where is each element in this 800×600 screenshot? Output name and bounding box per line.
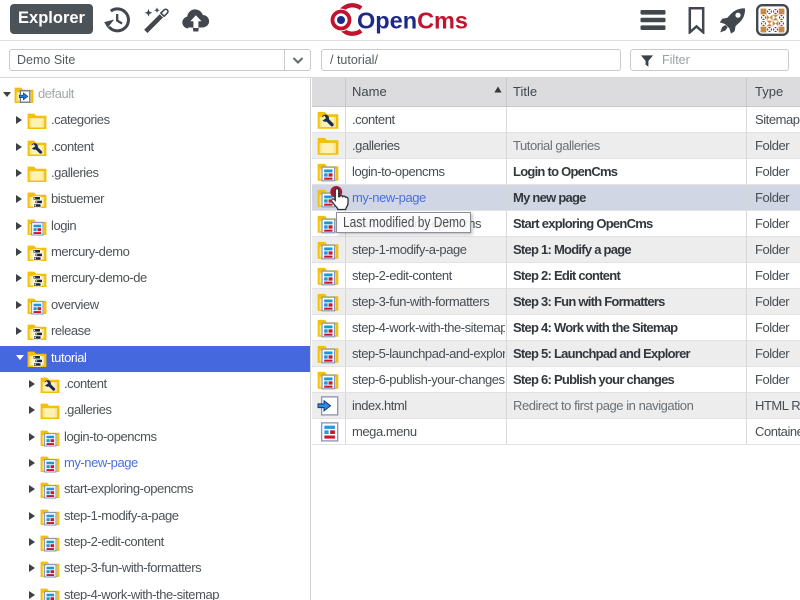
svg-text:OpenCms: OpenCms: [357, 8, 468, 34]
